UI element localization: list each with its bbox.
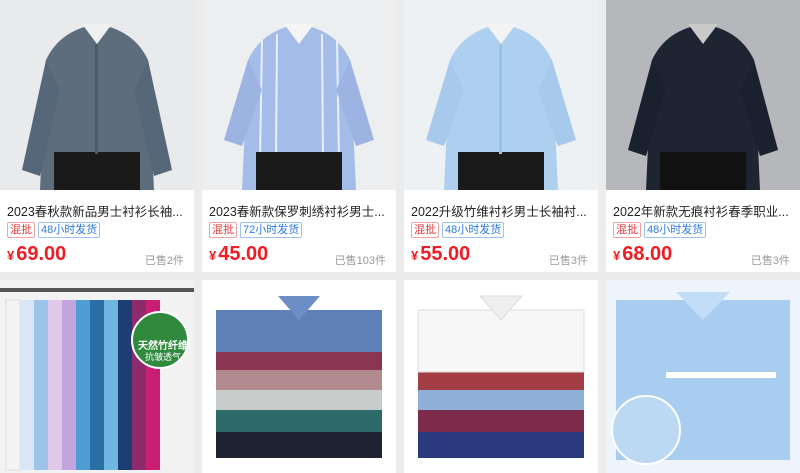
- currency-symbol: ¥: [613, 248, 621, 263]
- price-value: 69.00: [16, 243, 67, 265]
- product-card[interactable]: 2023春秋款新品男士衬衫长袖... 混批 48小时发货 ¥ 69.00 已售2…: [0, 0, 194, 272]
- shipping-badge: 48小时发货: [442, 222, 505, 238]
- mix-batch-badge: 混批: [613, 222, 641, 238]
- product-card[interactable]: 2022升级竹维衬衫男士长袖衬... 混批 48小时发货 ¥ 55.00 已售3…: [404, 0, 598, 272]
- sold-count: 已售2件: [144, 255, 184, 267]
- sold-count: 已售3件: [548, 255, 588, 267]
- product-card[interactable]: [202, 280, 396, 473]
- price-value: 68.00: [622, 243, 673, 265]
- product-card[interactable]: [606, 280, 800, 473]
- product-title[interactable]: 2023春新款保罗刺绣衬衫男士...: [209, 201, 389, 220]
- product-card[interactable]: 2023春新款保罗刺绣衬衫男士... 混批 72小时发货 ¥ 45.00 已售1…: [202, 0, 396, 272]
- product-image[interactable]: [404, 280, 598, 473]
- sold-count: 已售3件: [750, 255, 790, 267]
- shipping-badge: 48小时发货: [644, 222, 707, 238]
- product-grid: 2023春秋款新品男士衬衫长袖... 混批 48小时发货 ¥ 69.00 已售2…: [0, 0, 800, 473]
- currency-symbol: ¥: [7, 248, 15, 263]
- shipping-badge: 48小时发货: [38, 222, 101, 238]
- price-value: 45.00: [218, 243, 269, 265]
- product-image[interactable]: [404, 0, 598, 190]
- product-title[interactable]: 2022升级竹维衬衫男士长袖衬...: [411, 201, 591, 220]
- product-image[interactable]: [606, 280, 800, 473]
- bamboo-fiber-sublabel: 抗皱透气: [145, 352, 182, 362]
- product-image[interactable]: [0, 0, 194, 190]
- product-image[interactable]: [606, 0, 800, 190]
- currency-symbol: ¥: [411, 248, 419, 263]
- product-price: ¥ 68.00: [613, 243, 672, 266]
- product-card[interactable]: [404, 280, 598, 473]
- mix-batch-badge: 混批: [7, 222, 35, 238]
- product-price: ¥ 45.00: [209, 243, 268, 266]
- product-title[interactable]: 2023春秋款新品男士衬衫长袖...: [7, 201, 187, 220]
- mix-batch-badge: 混批: [411, 222, 439, 238]
- product-card[interactable]: 2022年新款无痕衬衫春季职业... 混批 48小时发货 ¥ 68.00 已售3…: [606, 0, 800, 272]
- product-card[interactable]: 天然竹纤维 抗皱透气: [0, 280, 194, 473]
- product-image[interactable]: [202, 280, 396, 473]
- product-title[interactable]: 2022年新款无痕衬衫春季职业...: [613, 201, 793, 220]
- currency-symbol: ¥: [209, 248, 217, 263]
- mix-batch-badge: 混批: [209, 222, 237, 238]
- price-value: 55.00: [420, 243, 471, 265]
- product-price: ¥ 69.00: [7, 243, 66, 266]
- shipping-badge: 72小时发货: [240, 222, 303, 238]
- sold-count: 已售103件: [334, 255, 386, 267]
- product-image[interactable]: [202, 0, 396, 190]
- product-price: ¥ 55.00: [411, 243, 470, 266]
- product-image[interactable]: [0, 280, 194, 473]
